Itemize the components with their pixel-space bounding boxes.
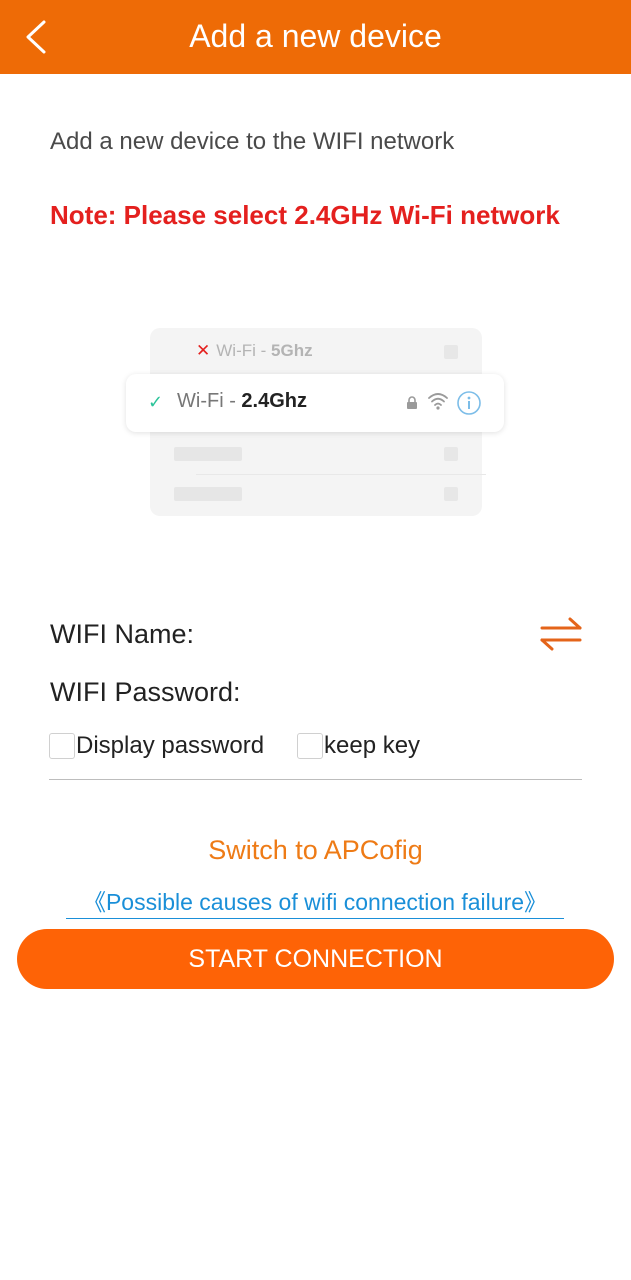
wifi-5ghz-prefix: Wi-Fi - — [216, 341, 272, 360]
wifi-24ghz-row: ✓ Wi-Fi - 2.4Ghz — [126, 374, 504, 432]
display-password-toggle[interactable]: Display password — [49, 731, 264, 761]
wifi-5ghz-row: ✕ Wi-Fi - 5Ghz — [196, 341, 313, 361]
display-password-checkbox[interactable] — [49, 733, 75, 759]
placeholder-bar — [174, 447, 242, 461]
wifi-24ghz-label: Wi-Fi - 2.4Ghz — [177, 390, 307, 413]
wifi-5ghz-band: 5Ghz — [271, 341, 313, 360]
switch-apconfig-link[interactable]: Switch to APCofig — [0, 835, 631, 866]
list-divider — [196, 474, 486, 475]
form-divider — [49, 779, 582, 780]
display-password-label: Display password — [76, 732, 265, 759]
placeholder-square — [444, 487, 458, 501]
top-app-bar: Add a new device — [0, 0, 631, 74]
keep-key-toggle[interactable]: keep key — [297, 731, 420, 761]
intro-text: Add a new device to the WIFI network — [50, 128, 455, 155]
placeholder-square — [444, 345, 458, 359]
failure-causes-link[interactable]: 《Possible causes of wifi connection fail… — [66, 883, 564, 919]
cross-icon: ✕ — [196, 341, 211, 360]
wifi-selection-illustration: ✕ Wi-Fi - 5Ghz ✓ Wi-Fi - 2.4Ghz — [126, 328, 506, 518]
lock-icon — [407, 396, 417, 409]
swap-arrows-icon — [540, 617, 582, 651]
wifi-24ghz-prefix: Wi-Fi - — [177, 390, 242, 412]
keep-key-label: keep key — [324, 732, 421, 759]
wifi-name-label: WIFI Name: — [50, 619, 195, 649]
wifi-24ghz-band: 2.4Ghz — [241, 390, 307, 412]
switch-network-button[interactable] — [538, 614, 584, 654]
keep-key-checkbox[interactable] — [297, 733, 323, 759]
wifi-password-label: WIFI Password: — [50, 677, 241, 707]
note-text: Note: Please select 2.4GHz Wi-Fi network — [50, 200, 560, 230]
check-icon: ✓ — [148, 392, 164, 412]
wifi-signal-icon — [428, 393, 448, 410]
start-connection-button[interactable]: START CONNECTION — [17, 929, 614, 989]
placeholder-bar — [174, 487, 242, 501]
page-title: Add a new device — [189, 18, 442, 54]
placeholder-square — [444, 447, 458, 461]
info-icon — [457, 391, 481, 415]
